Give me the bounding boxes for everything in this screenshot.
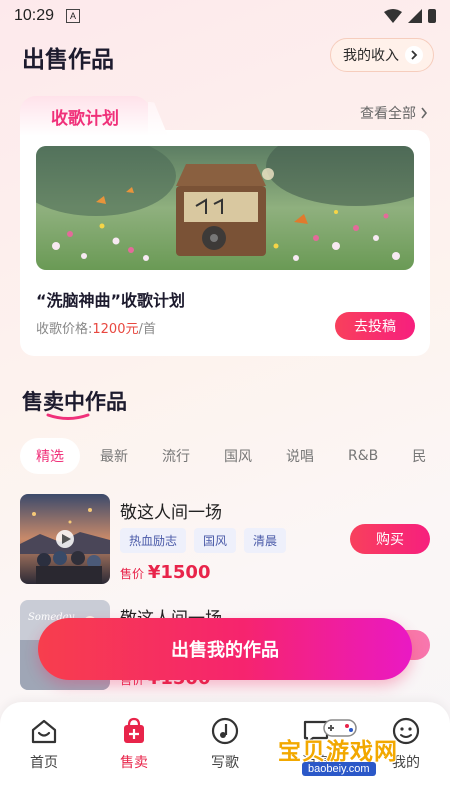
chevron-right-icon [405,46,423,64]
tab-folk[interactable]: 民 [412,446,426,466]
price-amount: ¥1500 [147,562,211,583]
chevron-right-icon [421,107,428,119]
song-cover-image[interactable] [20,494,110,584]
song-tag: 热血励志 [120,528,187,553]
page-title: 出售作品 [22,47,114,73]
notification-a-icon: A [66,9,81,23]
plan-price-row: 收歌价格:1200元/首 [36,318,156,337]
tab-pop[interactable]: 流行 [162,446,190,466]
song-tag: 国风 [194,528,237,553]
view-all-link[interactable]: 查看全部 [360,103,428,123]
tab-guofeng[interactable]: 国风 [224,446,252,466]
price-unit: /首 [138,322,156,337]
view-all-label: 查看全部 [360,106,416,122]
plan-name: “洗脑神曲”收歌计划 [36,291,186,310]
tab-rnb[interactable]: R&B [348,448,378,464]
tab-latest[interactable]: 最新 [100,446,128,466]
my-income-label: 我的收入 [343,48,399,64]
nav-item-home[interactable]: 首页 [14,716,74,772]
song-tag: 清晨 [244,528,287,553]
sell-bag-icon [124,717,144,743]
buy-button[interactable]: 购买 [350,524,430,554]
home-icon [31,719,57,744]
tab-featured[interactable]: 精选 [20,438,80,474]
nav-item-write[interactable]: 写歌 [195,716,255,772]
price-value: 1200元 [92,322,139,337]
battery-icon [428,9,436,23]
nav-label: 首页 [30,755,58,771]
sell-my-work-button[interactable]: 出售我的作品 [38,618,412,680]
status-time: 10:29 [14,7,55,24]
section-underline-decoration [46,413,90,420]
watermark-text: 宝贝游戏网 [278,739,398,765]
category-tabs: 精选 最新 流行 国风 说唱 R&B 民 [20,438,450,474]
watermark-url: baobeiy.com [302,762,376,776]
nav-label: 写歌 [211,755,239,771]
my-income-button[interactable]: 我的收入 [330,38,434,72]
signal-icon [408,9,422,23]
submit-button[interactable]: 去投稿 [335,312,415,340]
price-label: 收歌价格: [36,322,93,337]
music-note-icon [211,717,239,745]
plan-banner-image[interactable] [36,146,414,270]
nav-item-sell[interactable]: 售卖 [104,716,164,772]
plan-tab-label: 收歌计划 [20,96,150,136]
wifi-icon [384,9,402,23]
song-title: 敬这人间一场 [120,503,222,523]
song-list-item[interactable]: 敬这人间一场 热血励志 国风 清晨 售价 ¥1500 购买 [20,494,430,589]
site-watermark: 宝贝游戏网 baobeiy.com [278,716,424,782]
song-price: 售价 ¥1500 [120,562,210,583]
nav-label: 售卖 [120,755,148,771]
price-label: 售价 [120,567,145,581]
tab-rap[interactable]: 说唱 [286,446,314,466]
song-tags: 热血励志 国风 清晨 [120,528,287,553]
status-bar: 10:29 A [0,0,450,32]
